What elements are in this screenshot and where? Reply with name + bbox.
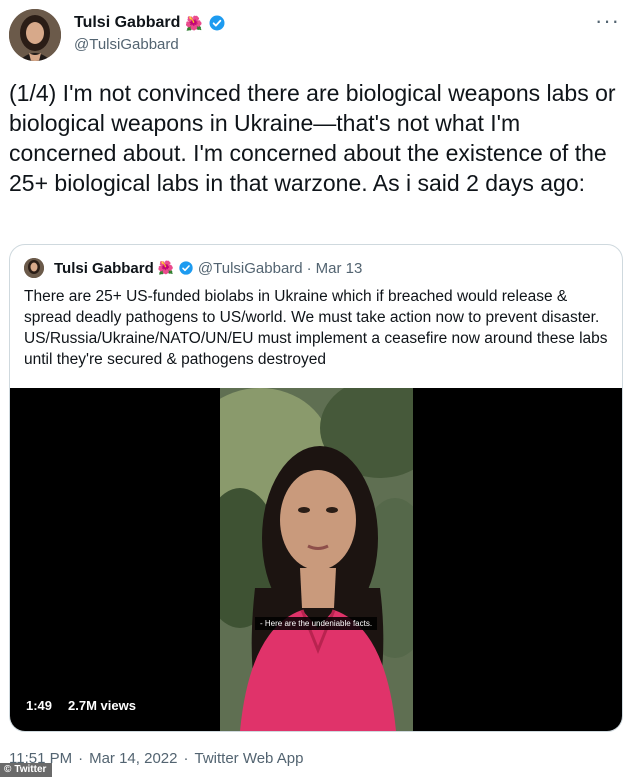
meta-separator: · xyxy=(78,750,84,767)
author-name[interactable]: Tulsi Gabbard xyxy=(74,14,180,32)
avatar-portrait xyxy=(9,9,61,61)
video-duration: 1:49 xyxy=(26,698,53,713)
quoted-author-handle: @TulsiGabbard xyxy=(197,259,303,277)
author-handle[interactable]: @TulsiGabbard xyxy=(74,36,226,53)
verified-badge-icon xyxy=(208,14,226,32)
video-thumbnail xyxy=(220,388,413,731)
verified-badge-icon xyxy=(178,260,194,276)
tweet-source[interactable]: Twitter Web App xyxy=(194,750,303,767)
more-options-icon[interactable]: ··· xyxy=(595,10,620,32)
tweet-date[interactable]: Mar 14, 2022 xyxy=(89,750,177,767)
hibiscus-emoji: 🌺 xyxy=(157,260,174,275)
watermark-label: Twitter xyxy=(14,764,47,775)
author-block: Tulsi Gabbard 🌺 @TulsiGabbard xyxy=(74,12,226,53)
video-stats: 1:49 2.7M views xyxy=(26,698,136,713)
quoted-author-name: Tulsi Gabbard xyxy=(54,259,154,277)
meta-separator: · xyxy=(306,259,312,277)
tweet-footer: 11:51 PM · Mar 14, 2022 · Twitter Web Ap… xyxy=(9,750,303,767)
quoted-tweet-text: There are 25+ US-funded biolabs in Ukrai… xyxy=(24,288,608,368)
tweet-text: (1/4) I'm not convinced there are biolog… xyxy=(9,80,616,196)
video-caption: - Here are the undeniable facts. xyxy=(255,617,378,630)
video-player[interactable]: - Here are the undeniable facts. 1:49 2.… xyxy=(10,388,622,731)
quoted-tweet-header: Tulsi Gabbard 🌺 @TulsiGabbard · Mar 13 xyxy=(24,258,362,278)
quoted-tweet[interactable]: Tulsi Gabbard 🌺 @TulsiGabbard · Mar 13 T… xyxy=(9,244,623,732)
copyright-symbol: © xyxy=(4,764,12,775)
quoted-tweet-date: Mar 13 xyxy=(315,259,363,277)
quoted-author-avatar xyxy=(24,258,44,278)
video-views: 2.7M views xyxy=(68,698,136,713)
author-avatar[interactable] xyxy=(9,9,61,61)
meta-separator: · xyxy=(183,750,189,767)
video-frame: - Here are the undeniable facts. xyxy=(220,388,413,731)
twitter-watermark: © Twitter xyxy=(0,763,53,777)
hibiscus-emoji: 🌺 xyxy=(185,14,203,31)
